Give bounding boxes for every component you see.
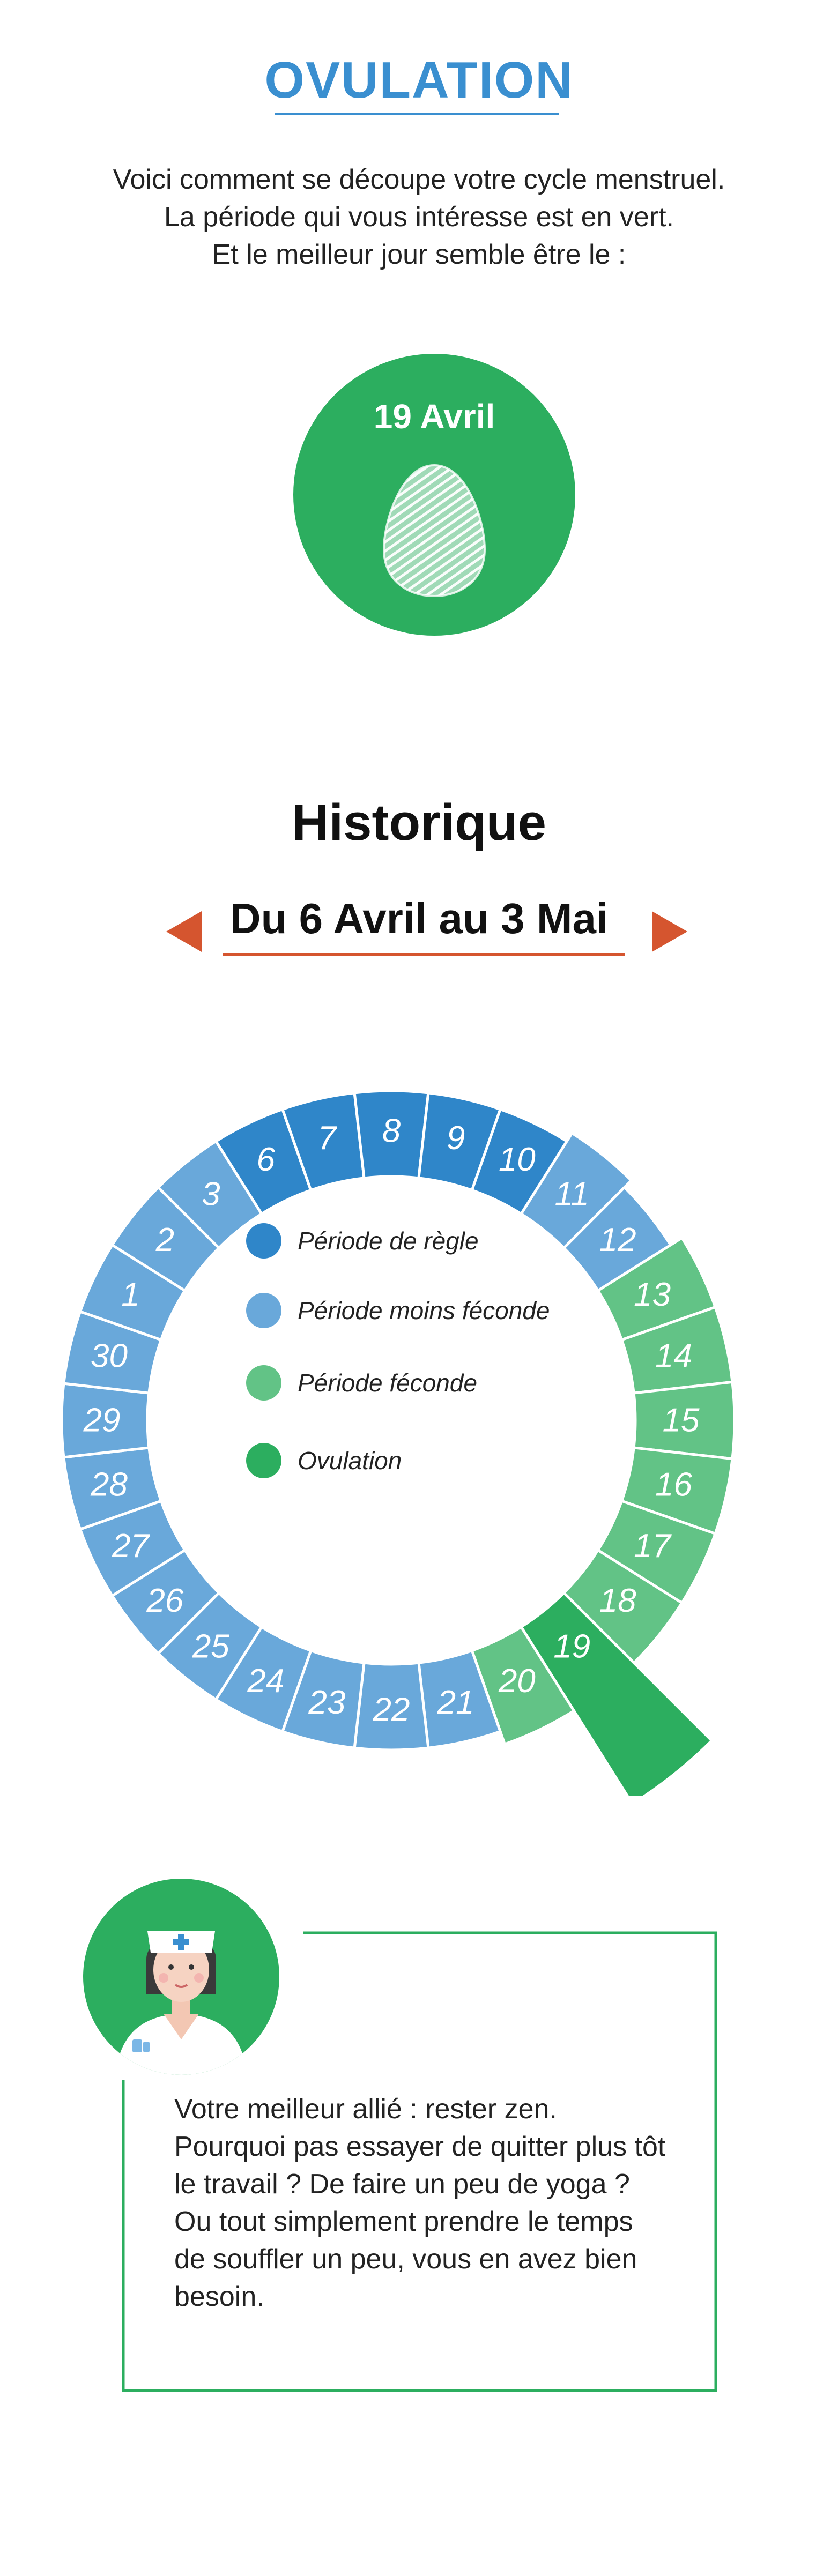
advice-line-4: Ou tout simplement prendre le temps: [174, 2206, 633, 2237]
cycle-day-label: 13: [634, 1276, 671, 1313]
cycle-legend: Période de règle Période moins féconde Pér…: [246, 1223, 550, 1478]
title-underline: [275, 113, 559, 115]
cycle-day-label: 17: [634, 1528, 672, 1565]
ovulation-date-badge: 19 Avril: [293, 354, 575, 636]
advice-line-3: le travail ? De faire un peu de yoga ?: [174, 2169, 630, 2200]
cycle-day-label: 19: [553, 1628, 590, 1665]
cycle-day-label: 3: [202, 1175, 220, 1212]
cycle-day-label: 20: [498, 1663, 536, 1700]
legend-swatch-ovulation: [246, 1443, 281, 1478]
legend-swatch-regle: [246, 1223, 281, 1259]
history-range: Du 6 Avril au 3 Mai: [229, 895, 609, 942]
legend-label-regle: Période de règle: [298, 1227, 479, 1255]
cycle-day-label: 29: [83, 1402, 121, 1439]
cycle-segments: [60, 1089, 736, 1796]
legend-swatch-moins: [246, 1293, 281, 1328]
cycle-ring: 67 8 9101112131415161718192021222324252627…: [60, 1089, 736, 1796]
intro-line-2: La période qui vous intéresse est en ver…: [164, 202, 674, 233]
cycle-day-label: 9: [447, 1120, 465, 1157]
cycle-day-label: 2: [155, 1222, 174, 1259]
cycle-day-label: 7: [318, 1120, 338, 1157]
cycle-day-label: 27: [112, 1528, 150, 1565]
arrow-right-icon[interactable]: [652, 911, 687, 952]
cycle-day-label: 6: [256, 1141, 275, 1178]
legend-label-feconde: Période féconde: [298, 1369, 477, 1397]
history-title: Historique: [292, 794, 546, 851]
cycle-day-label: 26: [146, 1582, 183, 1619]
legend-label-ovulation: Ovulation: [298, 1447, 402, 1475]
cycle-day-label: 21: [437, 1684, 474, 1721]
cycle-day-label: 23: [308, 1684, 345, 1721]
advice-line-6: besoin.: [174, 2281, 264, 2312]
egg-icon: [382, 464, 486, 598]
cycle-day-label: 1: [121, 1276, 139, 1313]
cycle-day-label: 15: [663, 1402, 700, 1439]
cycle-day-label: 25: [192, 1628, 229, 1665]
cycle-day-label: 16: [655, 1466, 692, 1503]
cycle-day-label: 24: [247, 1663, 284, 1700]
advice-line-5: de souffler un peu, vous en avez bien: [174, 2244, 637, 2275]
cycle-day-label: 22: [373, 1692, 410, 1729]
cycle-day-label: 12: [599, 1222, 636, 1259]
ovulation-date: 19 Avril: [373, 397, 495, 436]
intro-line-1: Voici comment se découpe votre cycle men…: [113, 164, 725, 195]
intro-line-3: Et le meilleur jour semble être le :: [212, 239, 626, 270]
cycle-day-label: 18: [599, 1582, 636, 1619]
legend-label-moins: Période moins féconde: [298, 1297, 550, 1324]
advice-line-1: Votre meilleur allié : rester zen.: [174, 2094, 557, 2125]
nurse-avatar-icon: [83, 1879, 279, 2075]
cycle-day-label: 28: [90, 1466, 128, 1503]
cycle-day-label: 11: [554, 1175, 589, 1212]
cycle-day-label: 10: [499, 1141, 536, 1178]
cycle-day-label: 8: [382, 1113, 401, 1150]
range-underline: [223, 953, 625, 956]
cycle-day-label: 30: [91, 1337, 128, 1374]
legend-swatch-feconde: [246, 1365, 281, 1401]
advice-line-2: Pourquoi pas essayer de quitter plus tôt: [174, 2131, 666, 2162]
page-title: OVULATION: [264, 51, 574, 109]
cycle-day-label: 14: [655, 1337, 692, 1374]
